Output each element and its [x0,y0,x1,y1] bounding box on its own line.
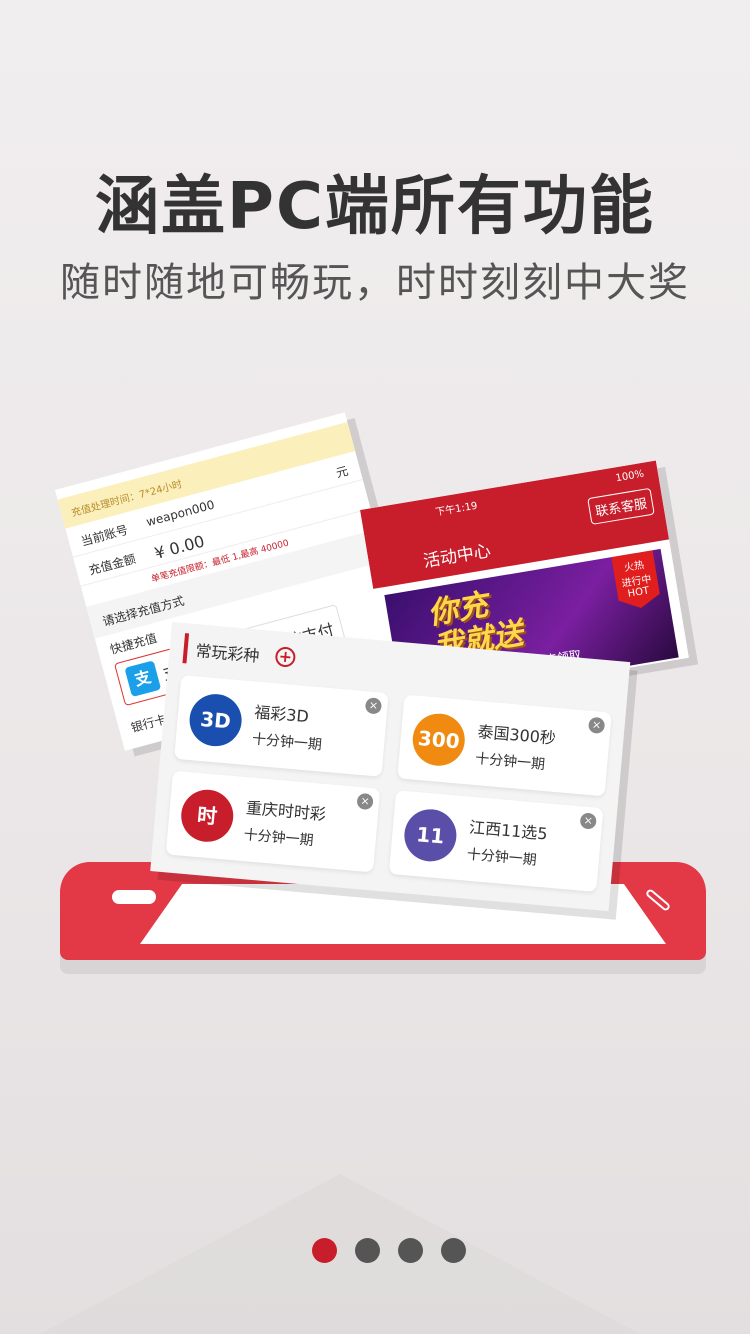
headline: 涵盖PC端所有功能 [95,170,655,244]
hot-badge: 火热 进行中 HOT [611,550,662,611]
game-period: 十分钟一期 [251,731,323,754]
amount-value: ¥ 0.00 [152,531,207,563]
page-dot[interactable] [441,1238,466,1263]
game-period: 十分钟一期 [243,827,315,850]
game-card[interactable]: 时重庆时时彩 十分钟一期 × [165,770,381,873]
games-grid: 3D 福彩3D 十分钟一期 × 300 泰国300秒 十分钟一期 × 时重庆时时彩 十分钟一期 × 1… [165,675,612,892]
page-dot[interactable] [312,1238,337,1263]
remove-icon[interactable]: × [356,792,374,811]
page-dot[interactable] [355,1238,380,1263]
game-logo-icon: 300 [410,711,467,768]
remove-icon[interactable]: × [579,812,597,830]
remove-icon[interactable]: × [364,697,383,715]
page-indicator [312,1238,466,1263]
game-card[interactable]: 3D 福彩3D 十分钟一期 × [174,675,389,777]
game-card[interactable]: 300 泰国300秒 十分钟一期 × [397,694,612,797]
phone-speaker [644,887,672,913]
game-logo-icon: 11 [402,807,459,864]
favorites-title: 常玩彩种 [194,641,261,666]
game-name: 重庆时时彩 [245,798,327,825]
game-logo-icon: 3D [187,692,244,749]
game-name: 江西11选5 [468,817,549,844]
favorites-screenshot: 常玩彩种 + 3D 福彩3D 十分钟一期 × 300 泰国300秒 十分钟一期 × 时重庆时时彩十… [150,622,631,912]
battery-level: 100% [614,468,645,485]
account-label: 当前账号 [79,522,130,549]
game-card[interactable]: 11 江西11选5 十分钟一期 × [388,790,604,892]
game-name: 福彩3D [253,702,310,727]
amount-label: 充值金额 [87,551,138,578]
alipay-icon: 支 [124,660,162,698]
unit-label: 元 [334,463,350,481]
subheadline: 随时随地可畅玩，时时刻刻中大奖 [60,260,690,306]
game-period: 十分钟一期 [474,750,546,774]
page-dot[interactable] [398,1238,423,1263]
game-logo-icon: 时 [179,787,236,844]
game-name: 泰国300秒 [476,722,557,748]
game-period: 十分钟一期 [466,846,538,869]
add-icon[interactable]: + [274,646,297,668]
remove-icon[interactable]: × [587,716,606,735]
phone-home-button [112,890,156,904]
status-time: 下午1:19 [434,500,479,519]
